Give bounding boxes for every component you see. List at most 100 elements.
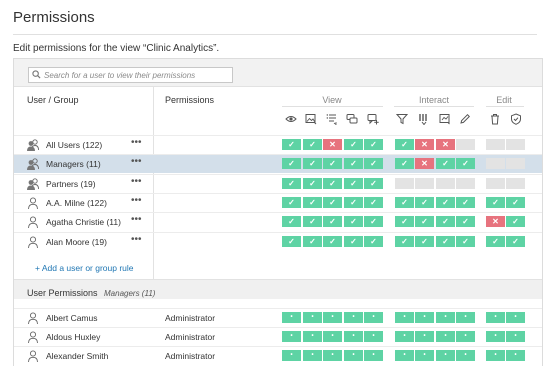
permission-cell-deny[interactable]: ✕ <box>415 158 434 170</box>
permission-cell-allow[interactable]: ✓ <box>364 196 383 208</box>
more-options-button[interactable]: ••• <box>131 195 142 206</box>
more-options-button[interactable]: ••• <box>131 156 142 167</box>
permission-cell-allow[interactable]: ✓ <box>344 196 363 208</box>
effective-permission-cell: • <box>506 350 525 361</box>
permission-cell-none[interactable] <box>506 177 525 189</box>
effective-permission-cell: • <box>486 331 505 342</box>
permission-cell-none[interactable] <box>415 177 434 189</box>
permission-cell-none[interactable] <box>486 139 505 150</box>
permission-cell-none[interactable] <box>486 177 505 189</box>
user-name: Aldous Huxley <box>46 332 101 342</box>
permission-cell-allow[interactable]: ✓ <box>344 139 363 150</box>
permission-cell-none[interactable] <box>456 139 475 150</box>
permission-cell-none[interactable] <box>486 158 505 170</box>
export-image-icon <box>304 112 318 126</box>
permission-cell-deny[interactable]: ✕ <box>486 216 505 228</box>
rule-name: Agatha Christie (11) <box>46 217 121 228</box>
permission-cell-allow[interactable]: ✓ <box>415 196 434 208</box>
permission-cell-allow[interactable]: ✓ <box>323 177 342 189</box>
effective-permission-cell: • <box>506 331 525 342</box>
search-box[interactable] <box>28 67 233 83</box>
permission-cell-allow[interactable]: ✓ <box>344 177 363 189</box>
comments-icon <box>345 112 359 126</box>
permission-cell-allow[interactable]: ✓ <box>415 235 434 247</box>
effective-permission-cell: • <box>282 312 301 323</box>
permission-cell-allow[interactable]: ✓ <box>323 216 342 228</box>
permission-cell-allow[interactable]: ✓ <box>364 139 383 150</box>
effective-permission-cell: • <box>303 350 322 361</box>
rule-row[interactable]: A.A. Milne (122) ••• ✓ ✓ ✓ ✓ ✓ ✓ ✓ ✓ ✓ ✓ ✓ <box>14 192 542 212</box>
more-options-button[interactable]: ••• <box>131 214 142 225</box>
rule-row[interactable]: Partners (19) ••• ✓ ✓ ✓ ✓ ✓ <box>14 173 542 193</box>
permission-cell-allow[interactable]: ✓ <box>282 235 301 247</box>
permission-cell-none[interactable] <box>456 177 475 189</box>
permission-cell-allow[interactable]: ✓ <box>436 158 455 170</box>
add-rule-link[interactable]: + Add a user or group rule <box>35 263 134 273</box>
rule-row[interactable]: Alan Moore (19) ••• ✓ ✓ ✓ ✓ ✓ ✓ ✓ ✓ ✓ ✓ ✓ <box>14 231 542 251</box>
permission-cell-allow[interactable]: ✓ <box>282 158 301 170</box>
permission-cell-allow[interactable]: ✓ <box>456 216 475 228</box>
user-icon <box>26 196 40 210</box>
permission-cell-allow[interactable]: ✓ <box>436 216 455 228</box>
permission-cell-allow[interactable]: ✓ <box>303 158 322 170</box>
permission-cell-allow[interactable]: ✓ <box>344 235 363 247</box>
interact-capability-rule <box>394 106 474 107</box>
permission-cell-allow[interactable]: ✓ <box>323 196 342 208</box>
permission-cell-allow[interactable]: ✓ <box>456 196 475 208</box>
search-input[interactable] <box>44 70 224 80</box>
effective-permission-cell: • <box>436 331 455 342</box>
more-options-button[interactable]: ••• <box>131 176 142 187</box>
permission-cell-allow[interactable]: ✓ <box>415 216 434 228</box>
permission-cell-none[interactable] <box>395 177 414 189</box>
permission-cell-deny[interactable]: ✕ <box>323 139 342 150</box>
permission-cell-allow[interactable]: ✓ <box>364 177 383 189</box>
permission-cell-allow[interactable]: ✓ <box>282 139 301 150</box>
permission-cell-allow[interactable]: ✓ <box>344 216 363 228</box>
group-icon <box>26 138 40 152</box>
permission-cell-allow[interactable]: ✓ <box>303 216 322 228</box>
permission-cell-allow[interactable]: ✓ <box>303 177 322 189</box>
permission-cell-allow[interactable]: ✓ <box>436 196 455 208</box>
permission-cell-allow[interactable]: ✓ <box>323 235 342 247</box>
permission-cell-allow[interactable]: ✓ <box>456 235 475 247</box>
permission-cell-allow[interactable]: ✓ <box>506 216 525 228</box>
rule-row[interactable]: All Users (122) ••• ✓ ✓ ✕ ✓ ✓ ✓ ✕ ✕ <box>14 135 542 154</box>
user-site-role: Administrator <box>165 332 216 342</box>
permission-cell-allow[interactable]: ✓ <box>303 196 322 208</box>
effective-permission-cell: • <box>415 312 434 323</box>
permission-cell-allow[interactable]: ✓ <box>395 216 414 228</box>
permission-cell-allow[interactable]: ✓ <box>364 216 383 228</box>
more-options-button[interactable]: ••• <box>131 137 142 148</box>
permission-cell-allow[interactable]: ✓ <box>282 216 301 228</box>
permission-cell-allow[interactable]: ✓ <box>344 158 363 170</box>
permission-cell-allow[interactable]: ✓ <box>364 235 383 247</box>
permission-cell-allow[interactable]: ✓ <box>303 235 322 247</box>
permission-cell-none[interactable] <box>436 177 455 189</box>
permission-cell-allow[interactable]: ✓ <box>282 196 301 208</box>
permission-cell-allow[interactable]: ✓ <box>282 177 301 189</box>
permission-cell-allow[interactable]: ✓ <box>506 235 525 247</box>
rule-row[interactable]: Managers (11) ••• ✓ ✓ ✓ ✓ ✓ ✓ ✕ ✓ ✓ <box>14 154 542 174</box>
more-options-button[interactable]: ••• <box>131 234 142 245</box>
permission-cell-allow[interactable]: ✓ <box>323 158 342 170</box>
rule-row[interactable]: Agatha Christie (11) ••• ✓ ✓ ✓ ✓ ✓ ✓ ✓ ✓ ✓ ✕ ✓ <box>14 212 542 231</box>
effective-permission-cell: • <box>415 350 434 361</box>
permission-cell-allow[interactable]: ✓ <box>395 158 414 170</box>
permission-cell-allow[interactable]: ✓ <box>486 196 505 208</box>
effective-permission-cell: • <box>486 312 505 323</box>
permission-cell-allow[interactable]: ✓ <box>456 158 475 170</box>
permission-cell-allow[interactable]: ✓ <box>364 158 383 170</box>
permission-cell-allow[interactable]: ✓ <box>486 235 505 247</box>
permission-cell-none[interactable] <box>506 139 525 150</box>
user-icon <box>26 215 40 229</box>
permission-cell-allow[interactable]: ✓ <box>395 139 414 150</box>
permission-cell-deny[interactable]: ✕ <box>415 139 434 150</box>
user-name: Albert Camus <box>46 313 98 323</box>
permission-cell-allow[interactable]: ✓ <box>303 139 322 150</box>
permission-cell-allow[interactable]: ✓ <box>506 196 525 208</box>
permission-cell-allow[interactable]: ✓ <box>395 196 414 208</box>
permission-cell-allow[interactable]: ✓ <box>395 235 414 247</box>
permission-cell-deny[interactable]: ✕ <box>436 139 455 150</box>
permission-cell-none[interactable] <box>506 158 525 170</box>
permission-cell-allow[interactable]: ✓ <box>436 235 455 247</box>
